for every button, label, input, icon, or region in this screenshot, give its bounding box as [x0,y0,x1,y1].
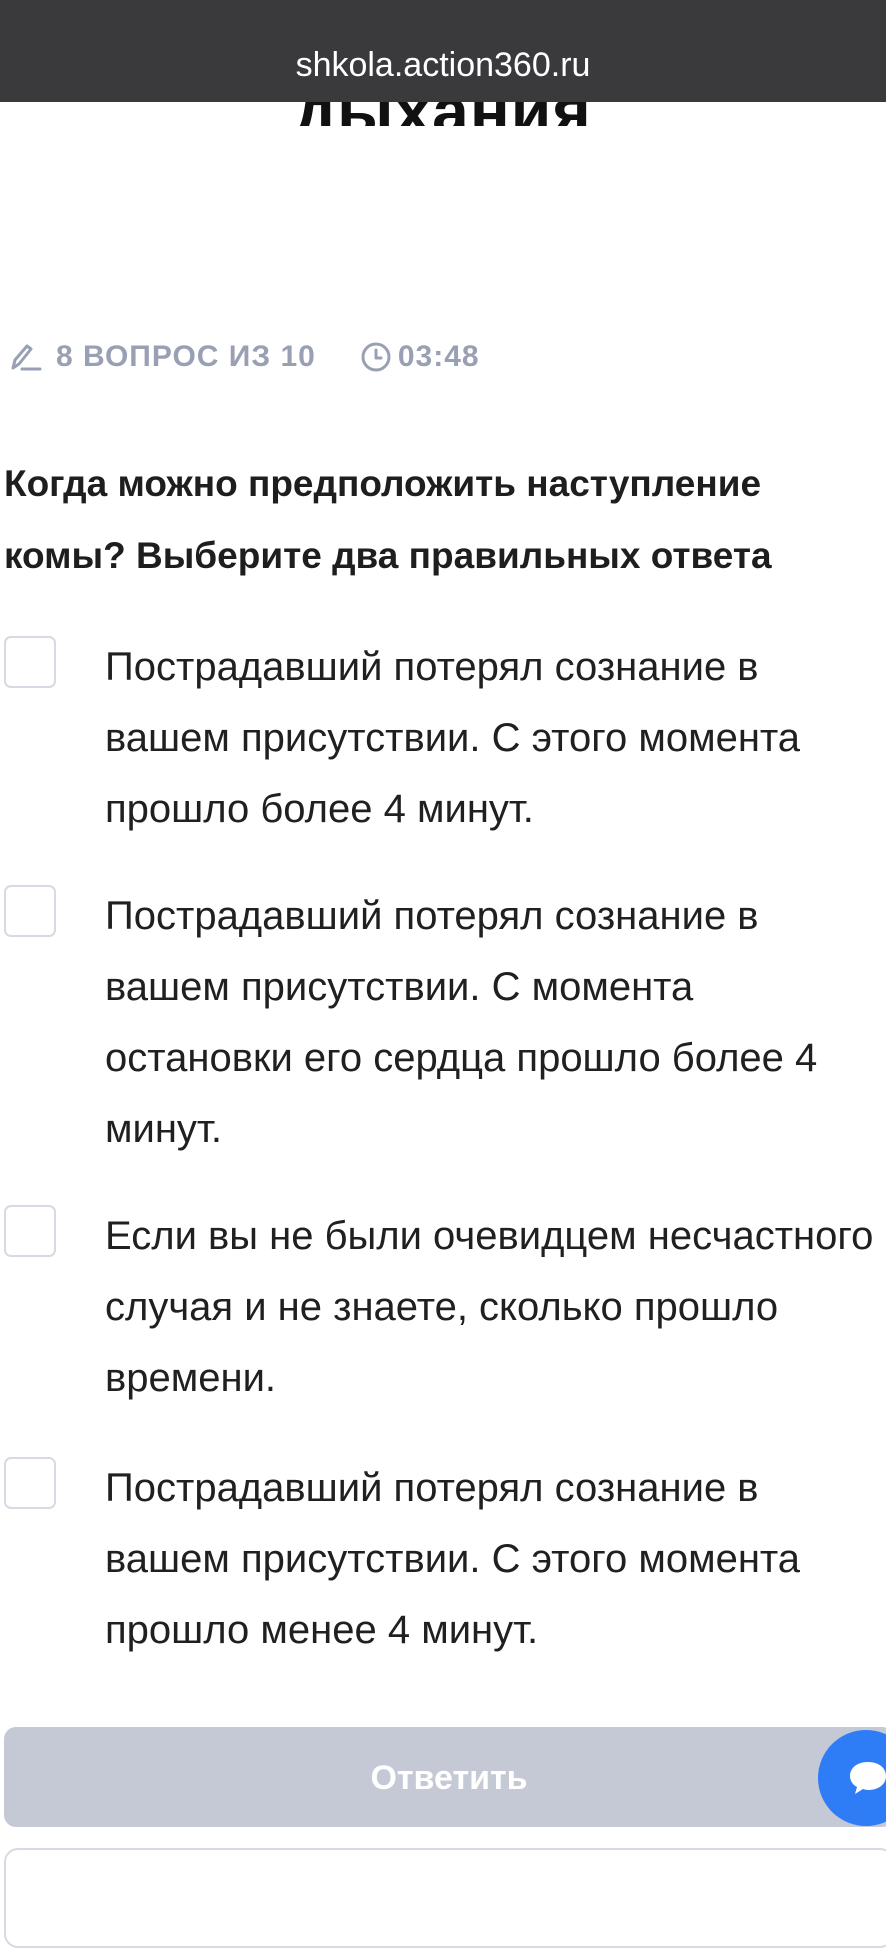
timer-value: 03:48 [397,340,480,373]
answer-option-text: Пострадавший потерял сознание в вашем пр… [105,894,818,1151]
answer-option-text: Пострадавший потерял сознание в вашем пр… [105,645,801,831]
quiz-meta: 8 ВОПРОС ИЗ 10 03:48 [8,337,480,377]
question-text: Когда можно предположить наступление ком… [4,463,772,576]
question-progress-label: 8 ВОПРОС ИЗ 10 [56,340,316,373]
browser-url-bar[interactable]: shkola.action360.ru [0,0,886,102]
answer-option-4[interactable]: Пострадавший потерял сознание в вашем пр… [0,1453,886,1653]
answer-option-text: Пострадавший потерял сознание в вашем пр… [105,1466,801,1652]
secondary-panel [4,1848,886,1948]
pencil-icon [8,342,42,372]
answer-option-1[interactable]: Пострадавший потерял сознание в вашем пр… [0,632,886,832]
answer-checkbox-1[interactable] [4,636,56,688]
answer-checkbox-3[interactable] [4,1205,56,1257]
answer-checkbox-2[interactable] [4,885,56,937]
question-progress: 8 ВОПРОС ИЗ 10 [8,340,316,374]
answer-option-3[interactable]: Если вы не были очевидцем несчастного сл… [0,1201,886,1401]
submit-answer-button[interactable]: Ответить [4,1727,886,1827]
answer-option-text: Если вы не были очевидцем несчастного сл… [105,1214,874,1400]
timer: 03:48 [360,340,480,374]
clock-icon [360,341,392,373]
answer-option-2[interactable]: Пострадавший потерял сознание в вашем пр… [0,881,886,1151]
url-text: shkola.action360.ru [295,46,591,84]
answer-checkbox-4[interactable] [4,1457,56,1509]
